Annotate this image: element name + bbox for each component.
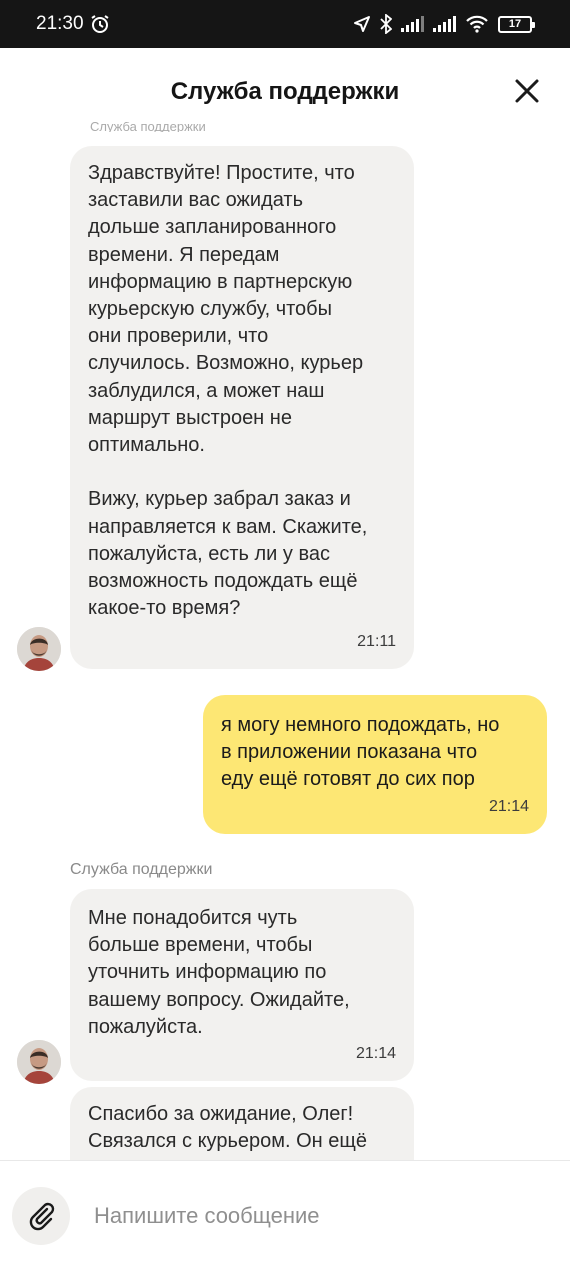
agent-avatar-photo <box>17 1040 61 1084</box>
message-input[interactable] <box>94 1197 534 1235</box>
signal-icon <box>433 16 456 32</box>
battery-icon: 17 <box>498 15 535 33</box>
clock: 21:30 <box>36 13 84 34</box>
status-bar-left: 21:30 <box>36 13 110 35</box>
scrolled-off-sender-text: Служба поддержки <box>90 122 206 132</box>
location-arrow-icon <box>354 16 370 32</box>
status-bar: 21:30 17 <box>0 0 570 48</box>
support-avatar <box>17 1040 61 1084</box>
message-time: 21:14 <box>488 797 529 815</box>
bluetooth-icon <box>380 14 392 34</box>
message-list[interactable]: Служба поддержки Здравствуйте! Простите,… <box>0 122 570 1160</box>
user-message-bubble: я могу немного подождать, но в приложени… <box>203 695 547 834</box>
message-time: 21:14 <box>355 1044 396 1062</box>
sender-label: Служба поддержки <box>70 861 213 878</box>
page-title: Служба поддержки <box>170 78 400 105</box>
support-message-bubble: Спасибо за ожидание, Олег! Связался с ку… <box>70 1087 414 1160</box>
message-text: Здравствуйте! Простите, что заставили ва… <box>88 162 368 620</box>
support-avatar <box>17 627 61 671</box>
agent-avatar-photo <box>17 627 61 671</box>
wifi-icon <box>466 15 488 33</box>
support-message-bubble: Мне понадобится чуть больше времени, что… <box>70 889 414 1081</box>
close-button[interactable] <box>514 78 540 104</box>
signal-icon <box>401 16 424 32</box>
message-time: 21:11 <box>357 632 396 650</box>
message-text: Спасибо за ожидание, Олег! Связался с ку… <box>88 1103 367 1153</box>
paperclip-icon <box>29 1202 55 1231</box>
battery-level: 17 <box>508 18 522 30</box>
scrolled-off-sender-label: Служба поддержки <box>90 122 210 132</box>
message-text: я могу немного подождать, но в приложени… <box>221 714 500 791</box>
close-icon <box>515 79 539 103</box>
attach-button[interactable] <box>12 1187 70 1245</box>
support-message-bubble: Здравствуйте! Простите, что заставили ва… <box>70 146 414 669</box>
message-text: Мне понадобится чуть больше времени, что… <box>88 907 350 1038</box>
status-bar-right: 17 <box>353 14 535 34</box>
message-composer <box>0 1160 570 1267</box>
alarm-icon <box>90 15 109 33</box>
